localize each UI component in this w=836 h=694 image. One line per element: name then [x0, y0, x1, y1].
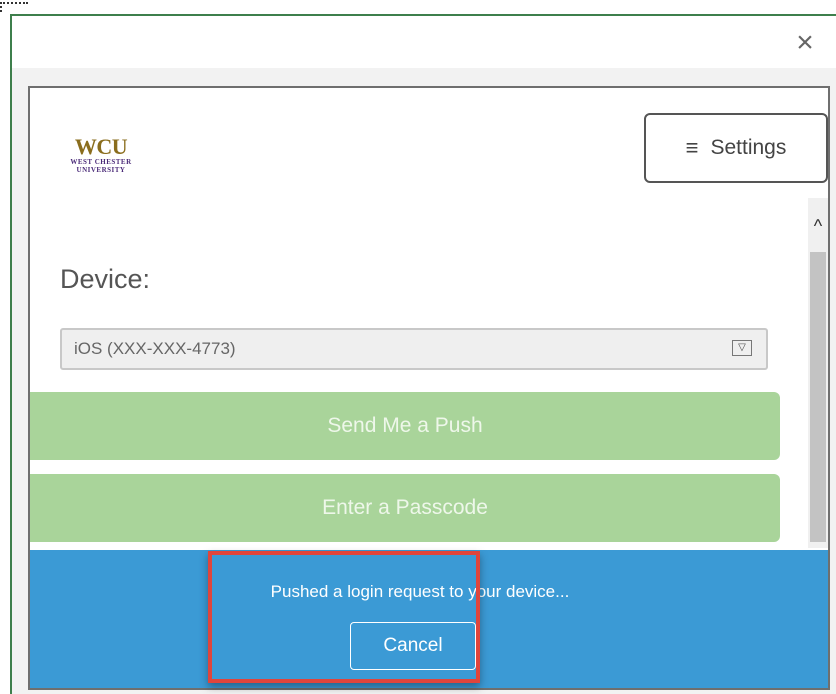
device-select[interactable]: iOS (XXX-XXX-4773) ▽	[60, 328, 768, 370]
university-logo: WCU WEST CHESTER UNIVERSITY	[62, 136, 144, 176]
logo-line-2: UNIVERSITY	[76, 166, 126, 174]
settings-button[interactable]: ≡ Settings	[644, 113, 828, 183]
hamburger-icon: ≡	[685, 135, 699, 160]
selection-corner	[0, 2, 28, 12]
screen: × WCU WEST CHESTER UNIVERSITY ≡ Settings…	[0, 0, 836, 694]
logo-line-1: WEST CHESTER	[70, 158, 132, 166]
settings-label: Settings	[710, 136, 787, 159]
device-label: Device:	[60, 264, 151, 294]
device-select-value: iOS (XXX-XXX-4773)	[74, 339, 236, 358]
scrollbar-thumb[interactable]	[810, 252, 826, 542]
chevron-up-icon[interactable]: ^	[810, 217, 826, 235]
logo-wordmark: WCU	[74, 134, 128, 159]
send-push-button[interactable]: Send Me a Push	[30, 392, 780, 460]
status-message: Pushed a login request to your device...	[270, 582, 570, 601]
scrollbar[interactable]: ^	[808, 198, 828, 548]
chevron-down-icon: ▽	[732, 340, 752, 356]
close-icon[interactable]: ×	[792, 28, 818, 58]
cancel-button[interactable]: Cancel	[350, 622, 476, 670]
status-bar: Pushed a login request to your device...…	[30, 550, 828, 688]
background-page-strip	[0, 0, 836, 16]
duo-prompt-frame: WCU WEST CHESTER UNIVERSITY ≡ Settings ^…	[28, 86, 830, 690]
enter-passcode-button[interactable]: Enter a Passcode	[30, 474, 780, 542]
auth-modal: × WCU WEST CHESTER UNIVERSITY ≡ Settings…	[12, 16, 836, 694]
background-page-edge	[0, 14, 12, 694]
